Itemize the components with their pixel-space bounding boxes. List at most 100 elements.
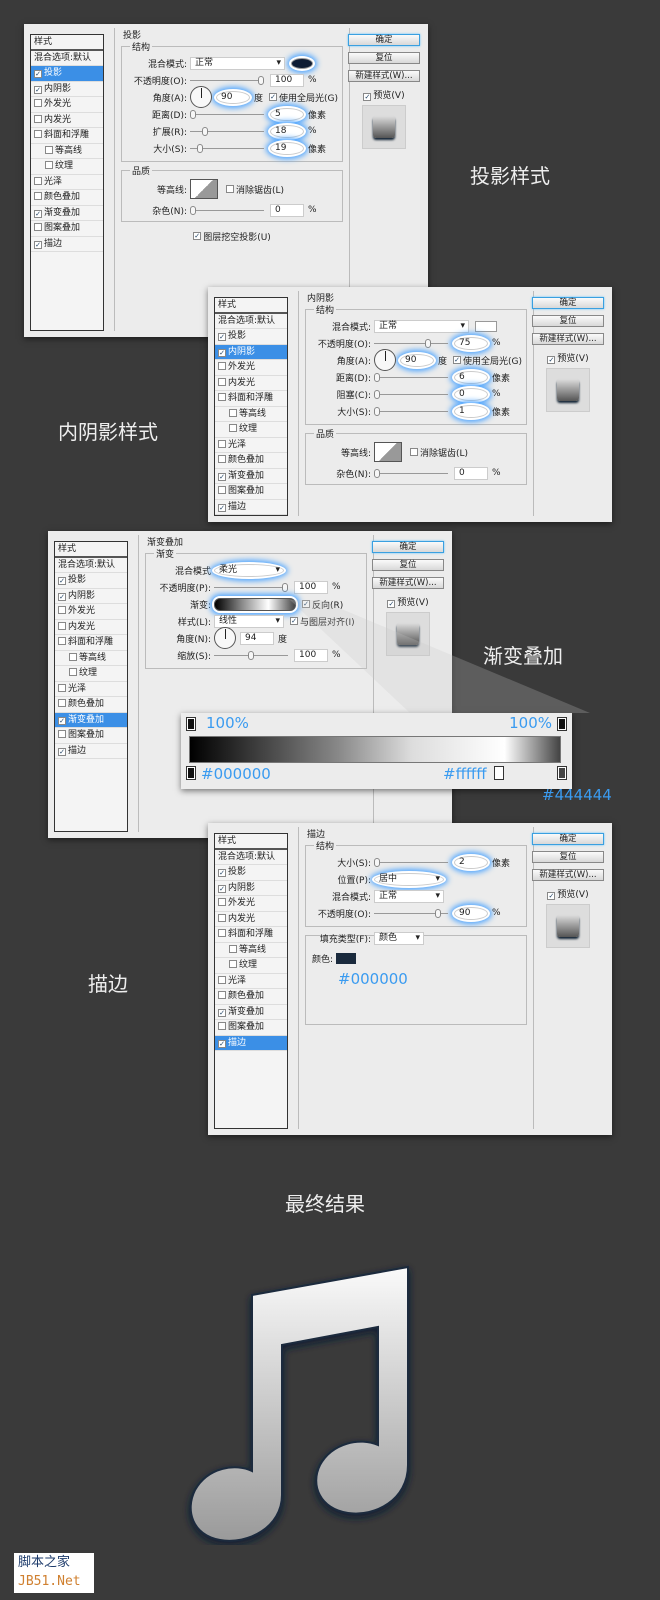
checkbox[interactable]	[58, 699, 66, 707]
sidebar-item[interactable]: 纹理	[215, 958, 287, 974]
sidebar-item[interactable]: 颜色叠加	[55, 697, 127, 713]
reset-button[interactable]: 复位	[372, 559, 444, 571]
sidebar-item[interactable]: 内发光	[215, 912, 287, 927]
contour-picker[interactable]	[190, 179, 218, 199]
checkbox[interactable]: ✓	[58, 592, 66, 601]
value-input[interactable]: 5	[270, 107, 304, 121]
sidebar-item[interactable]: ✓ 内阴影	[31, 82, 103, 97]
sidebar-item[interactable]: 混合选项:默认	[215, 850, 287, 865]
slider-thumb[interactable]	[374, 372, 380, 382]
sidebar-item[interactable]: 内发光	[55, 620, 127, 635]
checkbox[interactable]	[218, 913, 226, 922]
checkbox[interactable]	[58, 730, 66, 738]
sidebar-item[interactable]: 混合选项:默认	[55, 558, 127, 573]
ok-button[interactable]: 确定	[348, 34, 420, 46]
slider[interactable]	[190, 126, 264, 136]
checkbox[interactable]	[410, 448, 418, 456]
ok-button[interactable]: 确定	[372, 541, 444, 553]
checkbox[interactable]	[58, 621, 66, 630]
checkbox[interactable]	[229, 944, 237, 953]
value-input[interactable]: 18	[270, 124, 304, 138]
sidebar-item[interactable]: 等高线	[215, 943, 287, 958]
checkbox[interactable]: ✓	[218, 869, 226, 877]
slider-thumb[interactable]	[374, 857, 380, 867]
sidebar-item[interactable]: 图案叠加	[215, 484, 287, 500]
checkbox[interactable]	[218, 929, 226, 937]
checkbox[interactable]: ✓	[547, 356, 556, 364]
checkbox[interactable]: ✓	[547, 892, 556, 900]
checkbox[interactable]: ✓	[34, 240, 42, 249]
checkbox[interactable]	[69, 668, 77, 676]
slider-thumb[interactable]	[202, 126, 209, 136]
checkbox[interactable]: ✓	[58, 716, 66, 725]
value-input[interactable]: 0	[270, 203, 304, 217]
checkbox[interactable]: ✓	[34, 85, 42, 94]
checkbox[interactable]	[58, 606, 66, 614]
reset-button[interactable]: 复位	[532, 851, 604, 863]
slider-thumb[interactable]	[374, 468, 380, 478]
value-input[interactable]: 2	[454, 855, 488, 869]
slider[interactable]	[214, 650, 288, 660]
checkbox[interactable]	[58, 683, 66, 692]
checkbox[interactable]	[229, 960, 237, 968]
sidebar-item[interactable]: 外发光	[215, 896, 287, 912]
sidebar-item[interactable]: 斜面和浮雕	[55, 635, 127, 651]
checkbox[interactable]	[218, 439, 226, 448]
preview-checkbox[interactable]: ✓ 预览(V)	[532, 887, 604, 900]
value-input[interactable]: 100	[294, 648, 328, 662]
dropdown[interactable]: 正常	[374, 319, 469, 333]
checkbox[interactable]: ✓	[34, 70, 42, 78]
sidebar-item[interactable]: 斜面和浮雕	[215, 391, 287, 407]
slider[interactable]	[374, 389, 448, 399]
checkbox[interactable]: ✓	[218, 1008, 226, 1017]
sidebar-item[interactable]: ✓ 渐变叠加	[55, 712, 127, 728]
slider-thumb[interactable]	[190, 109, 196, 119]
checkbox[interactable]	[218, 975, 226, 984]
color-swatch[interactable]	[336, 952, 357, 964]
slider[interactable]	[374, 908, 448, 918]
angle-dial[interactable]	[214, 627, 236, 649]
checkbox[interactable]: ✓	[218, 884, 226, 893]
sidebar-item[interactable]: ✓ 渐变叠加	[215, 469, 287, 484]
checkbox[interactable]: ✓	[269, 93, 278, 101]
value-input[interactable]: 0	[454, 387, 488, 401]
checkbox[interactable]	[45, 161, 53, 169]
sidebar-item[interactable]: 斜面和浮雕	[215, 927, 287, 943]
sidebar-item[interactable]: 等高线	[215, 407, 287, 422]
value-input[interactable]: 100	[270, 73, 304, 87]
checkbox[interactable]	[34, 130, 42, 138]
contour-picker[interactable]	[374, 442, 402, 462]
sidebar-item[interactable]: ✓ 内阴影	[215, 881, 287, 896]
slider[interactable]	[190, 205, 264, 215]
dropdown[interactable]: 居中	[374, 872, 444, 886]
sidebar-item[interactable]: ✓ 描边	[215, 1035, 287, 1051]
sidebar-item[interactable]: 内发光	[31, 113, 103, 128]
checkbox[interactable]	[218, 362, 226, 370]
checkbox[interactable]: ✓	[453, 356, 462, 364]
checkbox[interactable]	[229, 424, 237, 432]
sidebar-item[interactable]: 颜色叠加	[31, 190, 103, 206]
preview-checkbox[interactable]: ✓ 预览(V)	[532, 351, 604, 364]
checkbox[interactable]	[218, 898, 226, 906]
checkbox[interactable]	[69, 652, 77, 661]
sidebar-item[interactable]: 内发光	[215, 376, 287, 391]
color-swatch[interactable]	[291, 57, 313, 69]
sidebar-item[interactable]: 图案叠加	[215, 1020, 287, 1036]
color-stop-black-icon[interactable]	[186, 766, 196, 780]
angle-dial[interactable]	[374, 349, 396, 371]
sidebar-item[interactable]: 混合选项:默认	[215, 314, 287, 329]
checkbox[interactable]: ✓	[193, 232, 202, 240]
dropdown[interactable]: 线性	[214, 614, 284, 628]
new-style-button[interactable]: 新建样式(W)...	[532, 869, 604, 881]
checkbox[interactable]	[218, 455, 226, 463]
opacity-stop-left-icon[interactable]	[186, 717, 196, 731]
checkbox[interactable]: ✓	[218, 472, 226, 481]
value-input[interactable]: 75	[454, 336, 488, 350]
slider-thumb[interactable]	[435, 908, 442, 918]
sidebar-item[interactable]: ✓ 内阴影	[55, 589, 127, 604]
sidebar-item[interactable]: ✓ 投影	[31, 66, 103, 82]
sidebar-item[interactable]: 光泽	[215, 974, 287, 989]
sidebar-item[interactable]: ✓ 描边	[215, 500, 287, 515]
slider-thumb[interactable]	[282, 582, 288, 592]
sidebar-item[interactable]: ✓ 描边	[31, 237, 103, 252]
